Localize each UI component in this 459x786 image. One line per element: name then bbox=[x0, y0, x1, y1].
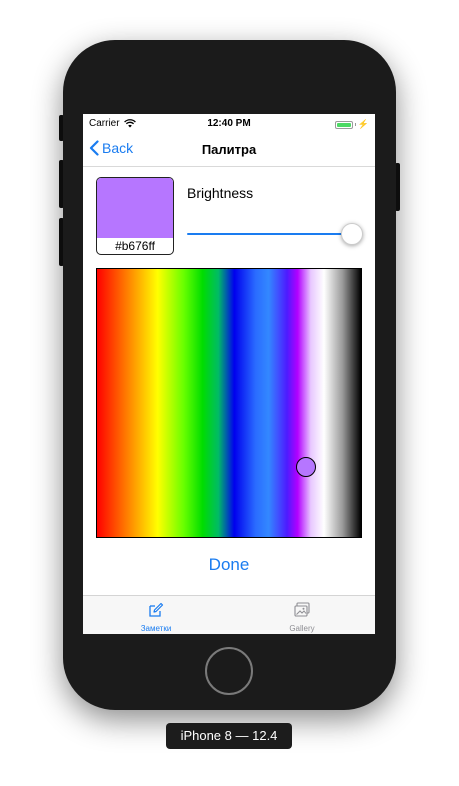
color-palette[interactable] bbox=[96, 268, 362, 538]
status-bar: Carrier 12:40 PM ⚡ bbox=[83, 114, 375, 134]
simulator-frame: Carrier 12:40 PM ⚡ Back Палитра #b676ff … bbox=[0, 0, 459, 786]
battery-body bbox=[334, 120, 353, 129]
brightness-slider[interactable] bbox=[187, 222, 363, 246]
color-preview-fill bbox=[97, 178, 173, 238]
device-screen: Carrier 12:40 PM ⚡ Back Палитра #b676ff … bbox=[83, 114, 375, 634]
tab-gallery[interactable]: Gallery bbox=[229, 596, 375, 634]
status-time: 12:40 PM bbox=[207, 118, 251, 129]
color-hex-label: #b676ff bbox=[115, 239, 155, 253]
pencil-edit-icon bbox=[83, 601, 229, 619]
device-model-label: iPhone 8 — 12.4 bbox=[166, 723, 292, 749]
home-button[interactable] bbox=[205, 647, 253, 695]
charging-bolt-icon: ⚡ bbox=[357, 119, 369, 129]
brightness-label: Brightness bbox=[187, 185, 254, 201]
slider-track bbox=[187, 233, 352, 235]
tab-notes-label: Заметки bbox=[140, 624, 172, 633]
tab-bar: Заметки Gallery bbox=[83, 595, 375, 634]
color-preview-swatch: #b676ff bbox=[96, 177, 174, 255]
slider-thumb[interactable] bbox=[341, 223, 363, 245]
navigation-bar: Back Палитра bbox=[83, 134, 375, 167]
battery-fill bbox=[336, 122, 351, 127]
battery-charging-icon: ⚡ bbox=[334, 119, 369, 130]
photos-icon bbox=[229, 601, 375, 619]
page-title: Палитра bbox=[201, 142, 257, 157]
done-button[interactable]: Done bbox=[83, 555, 375, 575]
tab-gallery-label: Gallery bbox=[289, 624, 315, 633]
tab-notes[interactable]: Заметки bbox=[83, 596, 229, 634]
palette-picker-handle[interactable] bbox=[296, 457, 316, 477]
battery-tip bbox=[354, 123, 356, 126]
